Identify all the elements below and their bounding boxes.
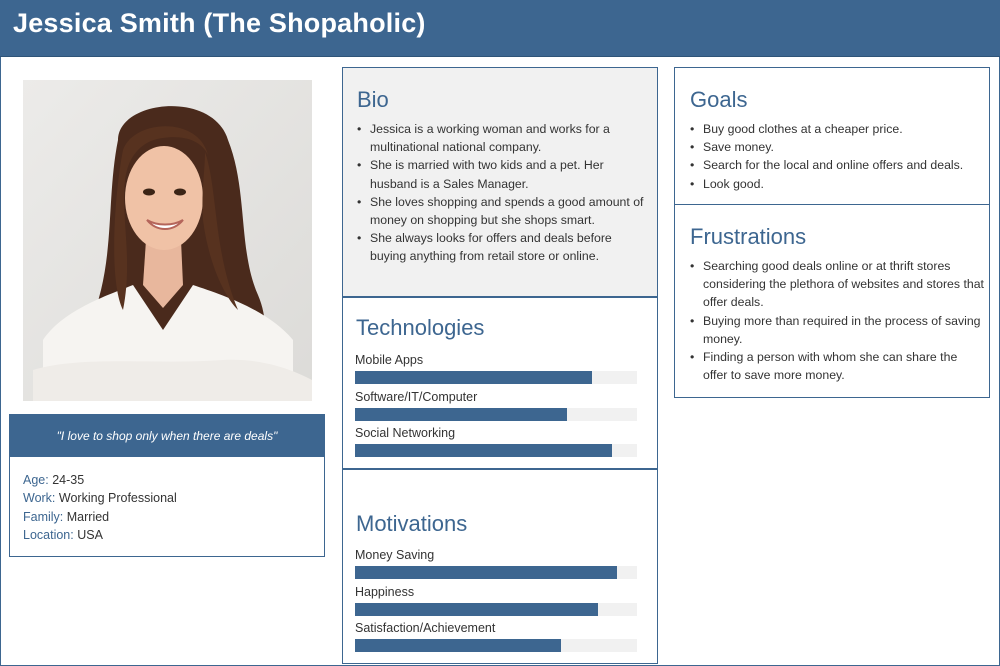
motivation-bar-happiness: Happiness bbox=[355, 584, 637, 616]
detail-location: Location: USA bbox=[23, 526, 324, 544]
portrait-illustration bbox=[23, 80, 312, 401]
frustrations-panel: Frustrations Searching good deals online… bbox=[674, 204, 990, 398]
detail-label: Location: bbox=[23, 528, 74, 543]
detail-family: Family: Married bbox=[23, 508, 324, 526]
detail-label: Family: bbox=[23, 509, 64, 524]
frustration-item: Finding a person with whom she can share… bbox=[689, 348, 984, 384]
motivations-panel: Motivations Money Saving Happiness Satis… bbox=[342, 469, 658, 664]
detail-value: USA bbox=[77, 528, 103, 543]
bio-item: She is married with two kids and a pet. … bbox=[356, 156, 651, 192]
detail-label: Age: bbox=[23, 473, 49, 487]
bar-track bbox=[355, 566, 637, 579]
bio-list: Jessica is a working woman and works for… bbox=[356, 120, 651, 266]
bar-label: Software/IT/Computer bbox=[355, 390, 478, 404]
goal-item: Buy good clothes at a cheaper price. bbox=[689, 120, 984, 138]
bio-heading: Bio bbox=[357, 87, 389, 112]
goals-panel: Goals Buy good clothes at a cheaper pric… bbox=[674, 67, 990, 205]
bar-fill bbox=[355, 639, 561, 652]
tech-bar-software: Software/IT/Computer bbox=[355, 389, 637, 421]
detail-value: Working Professional bbox=[58, 491, 177, 506]
frustrations-heading: Frustrations bbox=[690, 224, 807, 249]
bio-item: Jessica is a working woman and works for… bbox=[356, 120, 651, 156]
detail-age: Age: 24-35 bbox=[23, 471, 324, 489]
page-header: Jessica Smith (The Shopaholic) bbox=[0, 0, 1000, 57]
bar-label: Social Networking bbox=[355, 426, 456, 440]
goal-item: Save money. bbox=[689, 138, 984, 156]
bar-fill bbox=[355, 408, 567, 421]
bio-item: She always looks for offers and deals be… bbox=[356, 229, 651, 265]
bar-label: Money Saving bbox=[355, 548, 435, 562]
goals-list: Buy good clothes at a cheaper price. Sav… bbox=[689, 120, 984, 193]
motivations-heading: Motivations bbox=[356, 511, 468, 536]
goal-item: Search for the local and online offers a… bbox=[689, 156, 984, 174]
bar-label: Happiness bbox=[355, 585, 415, 599]
bar-track bbox=[355, 639, 637, 652]
tech-bar-mobile-apps: Mobile Apps bbox=[355, 352, 637, 384]
detail-work: Work: Working Professional bbox=[23, 489, 324, 507]
motivation-bar-satisfaction: Satisfaction/Achievement bbox=[355, 620, 637, 652]
bio-item: She loves shopping and spends a good amo… bbox=[356, 193, 651, 229]
profile-photo bbox=[23, 80, 312, 401]
bar-fill bbox=[355, 603, 598, 616]
bar-track bbox=[355, 444, 637, 457]
frustration-item: Searching good deals online or at thrift… bbox=[689, 257, 984, 312]
bar-fill bbox=[355, 566, 618, 579]
bar-track bbox=[355, 371, 637, 384]
bar-label: Mobile Apps bbox=[355, 353, 424, 367]
frustrations-list: Searching good deals online or at thrift… bbox=[689, 257, 984, 384]
bar-track bbox=[355, 603, 637, 616]
bar-track bbox=[355, 408, 637, 421]
motivation-bar-money: Money Saving bbox=[355, 547, 637, 579]
bio-panel: Bio Jessica is a working woman and works… bbox=[342, 67, 658, 297]
goals-heading: Goals bbox=[690, 87, 748, 112]
detail-label: Work: bbox=[23, 491, 56, 506]
goal-item: Look good. bbox=[689, 175, 984, 193]
tech-bar-social: Social Networking bbox=[355, 425, 637, 457]
page-title: Jessica Smith (The Shopaholic) bbox=[13, 8, 426, 38]
frustration-item: Buying more than required in the process… bbox=[689, 312, 984, 348]
persona-details: Age: 24-35 Work: Working Professional Fa… bbox=[9, 457, 325, 557]
technologies-heading: Technologies bbox=[356, 315, 485, 340]
bar-fill bbox=[355, 371, 592, 384]
bar-fill bbox=[355, 444, 612, 457]
persona-quote: "I love to shop only when there are deal… bbox=[9, 414, 325, 457]
detail-value: Married bbox=[66, 509, 110, 524]
detail-value: 24-35 bbox=[52, 473, 85, 487]
technologies-panel: Technologies Mobile Apps Software/IT/Com… bbox=[342, 297, 658, 469]
bar-label: Satisfaction/Achievement bbox=[355, 621, 496, 635]
